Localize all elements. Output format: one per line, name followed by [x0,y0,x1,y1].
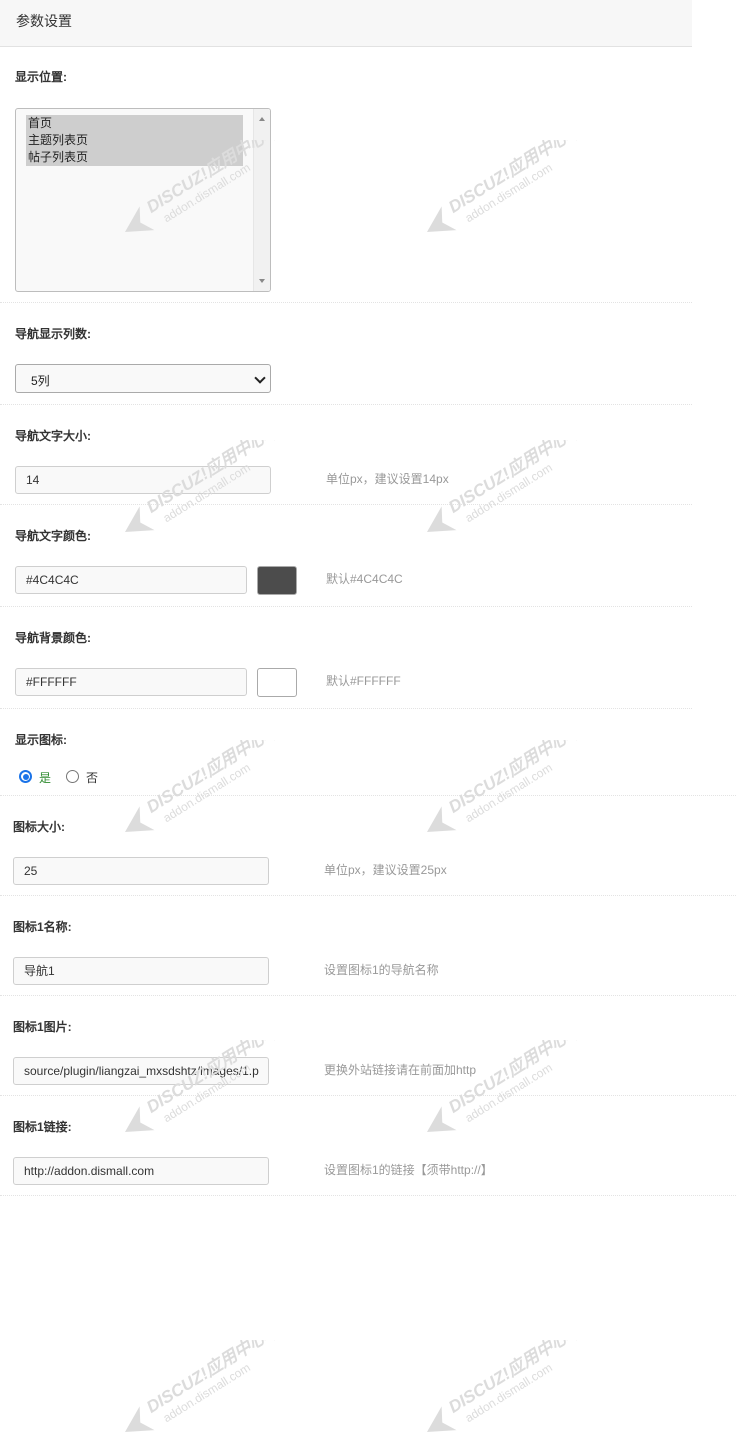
row-divider [0,1095,736,1096]
listbox-scrollbar[interactable] [253,109,270,291]
row-divider [0,795,736,796]
nav-columns-select[interactable]: 5列 [15,364,271,393]
watermark: DISCUZ!应用中心 | 贰道addon.dismall.com [417,101,617,240]
svg-text:addon.dismall.com: addon.dismall.com [463,160,555,225]
watermark: DISCUZ!应用中心 | 贰道addon.dismall.com [417,401,617,540]
svg-text:addon.dismall.com: addon.dismall.com [463,460,555,525]
scroll-down-arrow-icon[interactable] [259,279,265,283]
nav-font-size-hint: 单位px，建议设置14px [326,472,449,486]
watermark: DISCUZ!应用中心 | 贰道addon.dismall.com [115,1301,315,1440]
nav-text-color-swatch[interactable] [257,566,297,595]
icon1-link-hint: 设置图标1的链接【须带http://】 [324,1163,493,1177]
watermark-logo-icon [427,206,457,232]
nav-bg-color-input[interactable]: #FFFFFF [15,668,247,696]
nav-bg-color-label: 导航背景颜色: [15,631,91,645]
svg-text:DISCUZ!应用中心 | 贰道: DISCUZ!应用中心 | 贰道 [445,1040,615,1117]
row-divider [0,504,692,505]
icon1-link-input[interactable]: http://addon.dismall.com [13,1157,269,1185]
svg-text:addon.dismall.com: addon.dismall.com [463,760,555,825]
svg-text:addon.dismall.com: addon.dismall.com [463,1360,555,1425]
icon1-name-input[interactable]: 导航1 [13,957,269,985]
icon1-image-hint: 更换外站链接请在前面加http [324,1063,477,1077]
panel-header: 参数设置 [0,0,692,47]
svg-text:DISCUZ!应用中心 | 贰道: DISCUZ!应用中心 | 贰道 [445,1340,615,1417]
svg-text:DISCUZ!应用中心 | 贰道: DISCUZ!应用中心 | 贰道 [143,740,313,817]
watermark-logo-icon [125,1406,155,1432]
icon-size-hint: 单位px，建议设置25px [324,863,447,877]
icon-size-label: 图标大小: [13,820,65,834]
watermark: DISCUZ!应用中心 | 贰道addon.dismall.com [115,1001,315,1140]
watermark: DISCUZ!应用中心 | 贰道addon.dismall.com [115,701,315,840]
nav-columns-selected-value: 5列 [31,374,50,388]
svg-text:DISCUZ!应用中心 | 贰道: DISCUZ!应用中心 | 贰道 [445,440,615,517]
svg-text:addon.dismall.com: addon.dismall.com [161,1360,253,1425]
row-divider [0,404,692,405]
watermark-logo-icon [427,1406,457,1432]
show-icon-no-label[interactable]: 否 [86,769,98,786]
row-divider [0,1195,736,1196]
chevron-down-icon [254,372,266,384]
watermark-logo-icon [125,506,155,532]
show-icon-yes-label[interactable]: 是 [39,769,51,786]
scroll-up-arrow-icon[interactable] [259,117,265,121]
watermark-logo-icon [427,1106,457,1132]
icon1-image-label: 图标1图片: [13,1020,72,1034]
display-position-listbox[interactable]: 首页 主题列表页 帖子列表页 [15,108,271,292]
svg-text:DISCUZ!应用中心 | 贰道: DISCUZ!应用中心 | 贰道 [445,740,615,817]
show-icon-label: 显示图标: [15,733,67,747]
row-divider [0,895,736,896]
listbox-option-thread-list[interactable]: 主题列表页 [26,132,243,149]
row-divider [0,606,692,607]
listbox-option-post-list[interactable]: 帖子列表页 [26,149,243,166]
nav-bg-color-swatch[interactable] [257,668,297,697]
svg-text:DISCUZ!应用中心 | 贰道: DISCUZ!应用中心 | 贰道 [143,1340,313,1417]
nav-columns-label: 导航显示列数: [15,327,91,341]
watermark-logo-icon [125,1106,155,1132]
nav-text-color-input[interactable]: #4C4C4C [15,566,247,594]
icon1-link-label: 图标1链接: [13,1120,72,1134]
nav-bg-color-hint: 默认#FFFFFF [326,674,401,688]
row-divider [0,302,692,303]
show-icon-no-radio[interactable] [66,770,79,783]
nav-text-color-label: 导航文字颜色: [15,529,91,543]
svg-text:DISCUZ!应用中心 | 贰道: DISCUZ!应用中心 | 贰道 [445,140,615,217]
page-title: 参数设置 [16,13,72,29]
icon1-name-hint: 设置图标1的导航名称 [324,963,439,977]
icon1-name-label: 图标1名称: [13,920,72,934]
watermark: DISCUZ!应用中心 | 贰道addon.dismall.com [417,1301,617,1440]
watermark-logo-icon [125,806,155,832]
watermark: DISCUZ!应用中心 | 贰道addon.dismall.com [417,701,617,840]
nav-font-size-label: 导航文字大小: [15,429,91,443]
show-icon-yes-radio[interactable] [19,770,32,783]
watermark-logo-icon [427,506,457,532]
svg-text:addon.dismall.com: addon.dismall.com [463,1060,555,1125]
listbox-option-home[interactable]: 首页 [26,115,243,132]
icon-size-input[interactable]: 25 [13,857,269,885]
watermark-logo-icon [427,806,457,832]
row-divider [0,708,692,709]
row-divider [0,995,736,996]
display-position-label: 显示位置: [15,70,67,84]
icon1-image-input[interactable]: source/plugin/liangzai_mxsdshtz/images/1… [13,1057,269,1085]
svg-text:addon.dismall.com: addon.dismall.com [161,760,253,825]
nav-font-size-input[interactable]: 14 [15,466,271,494]
watermark: DISCUZ!应用中心 | 贰道addon.dismall.com [417,1001,617,1140]
nav-text-color-hint: 默认#4C4C4C [326,572,403,586]
